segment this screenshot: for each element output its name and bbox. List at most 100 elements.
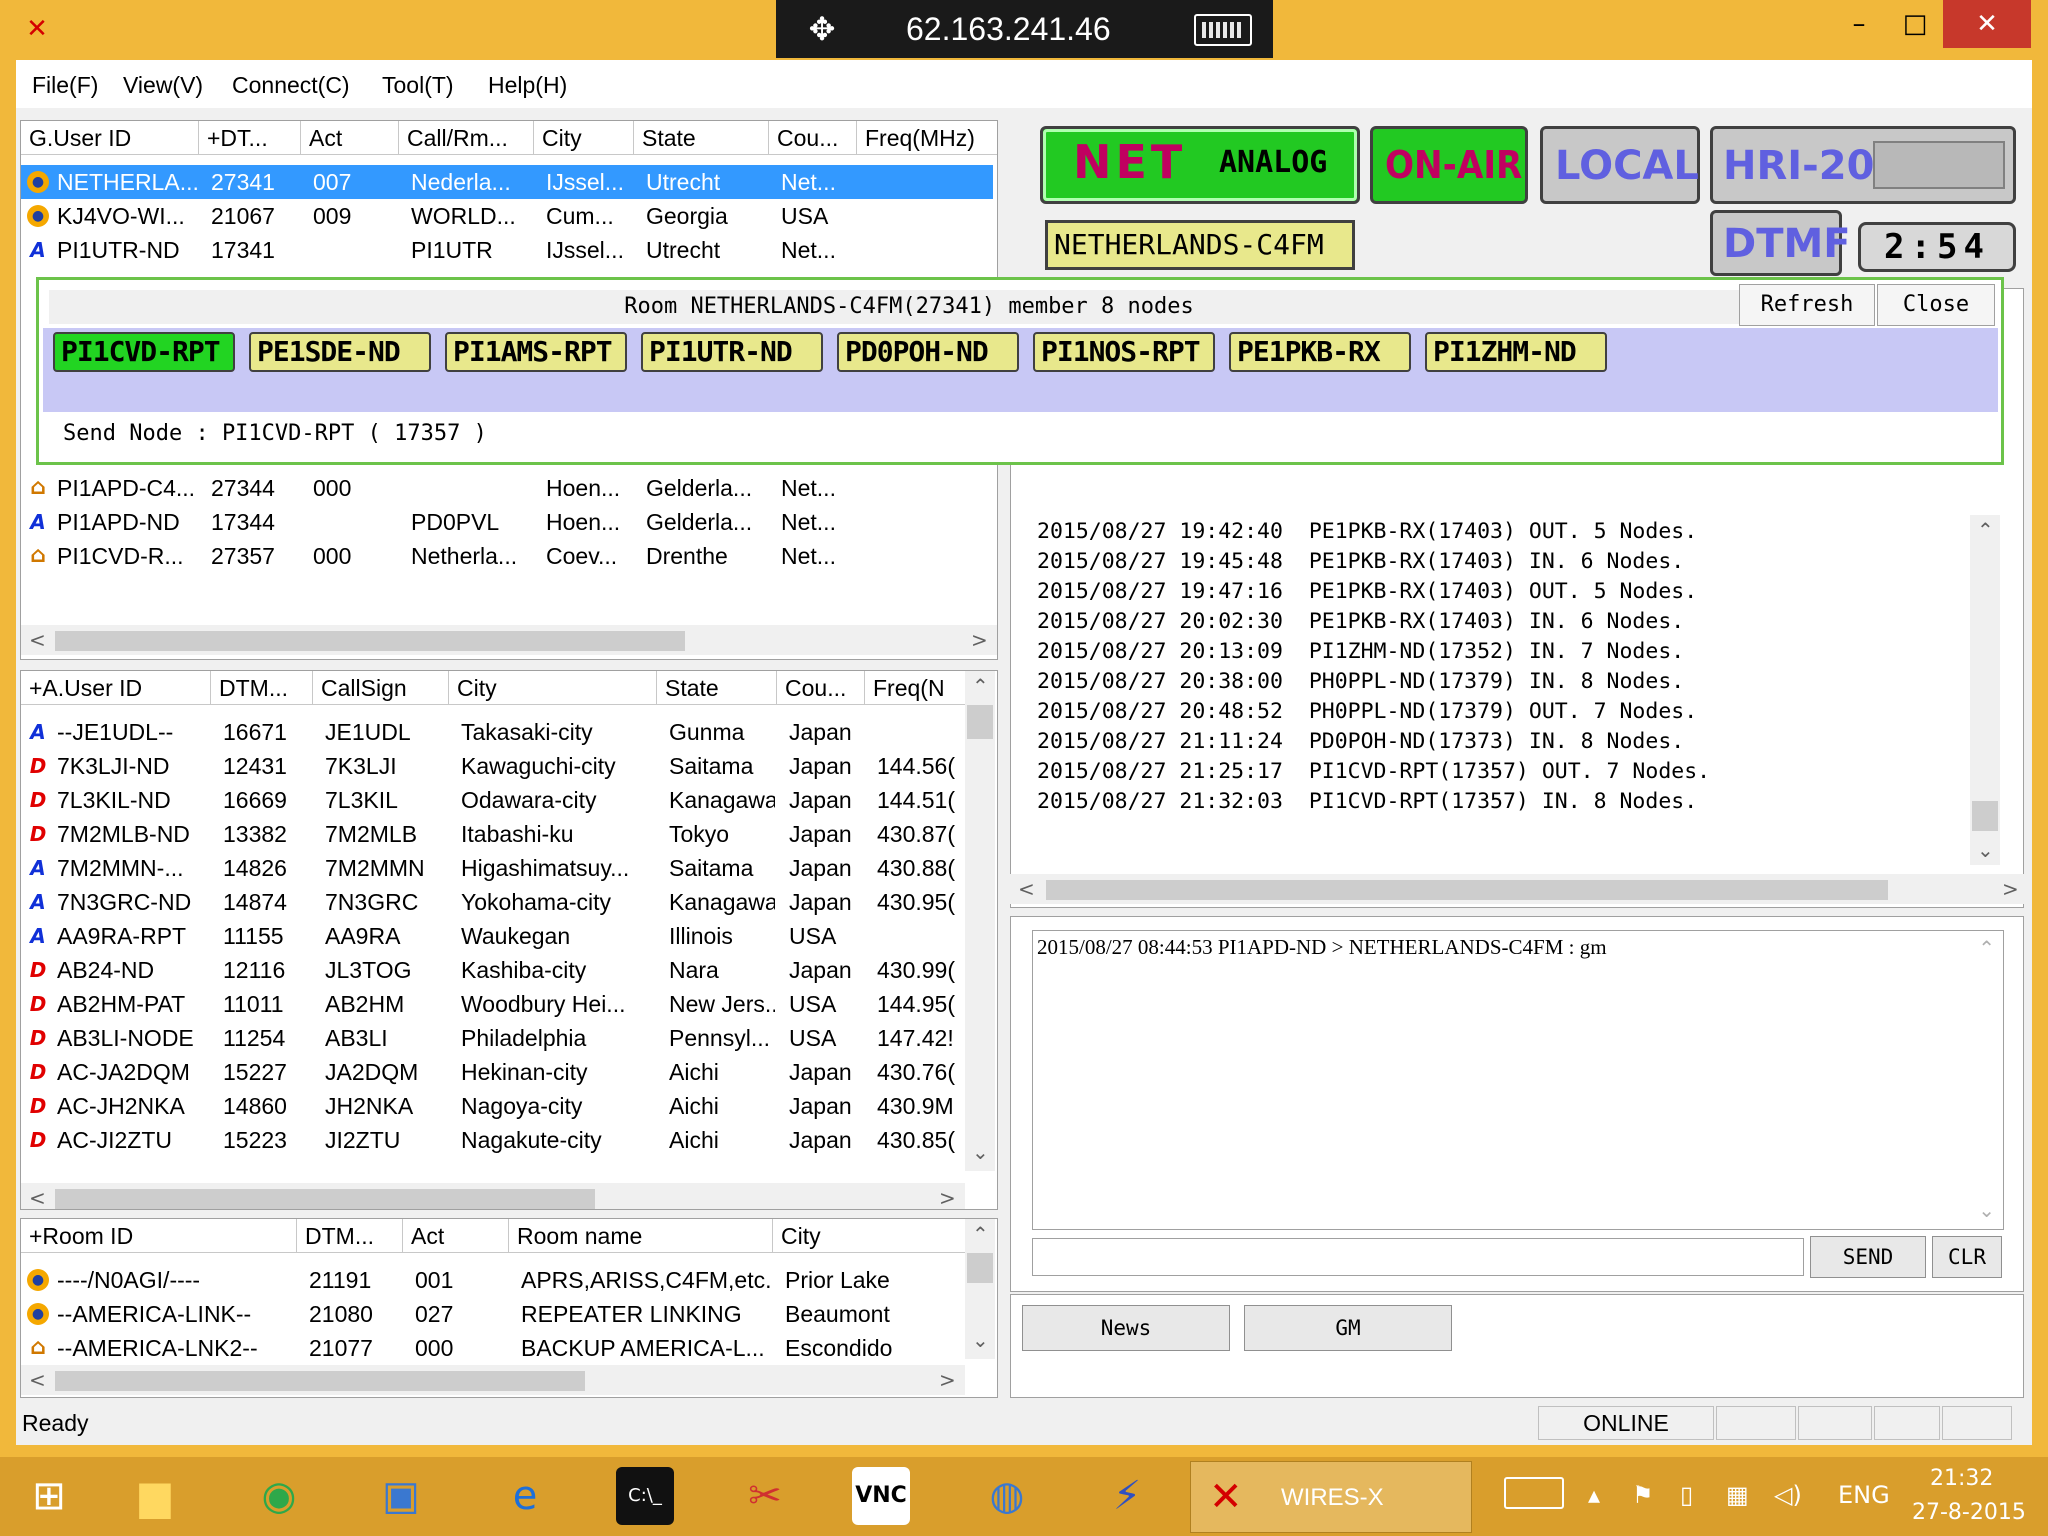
scroll-up-icon[interactable]: ⌃ — [1977, 515, 1994, 545]
member-node-button[interactable]: PI1NOS-RPT — [1033, 332, 1215, 372]
scroll-up-icon[interactable]: ⌃ — [1978, 933, 1995, 963]
internet-explorer-icon[interactable]: e — [496, 1467, 554, 1525]
chat-input[interactable] — [1032, 1238, 1804, 1276]
scroll-thumb[interactable] — [1972, 801, 1998, 831]
menu-tool[interactable]: Tool(T) — [382, 70, 454, 100]
control-panel-icon[interactable]: ▣ — [372, 1467, 430, 1525]
column-header[interactable]: G.User ID — [21, 121, 199, 155]
send-button[interactable]: SEND — [1810, 1236, 1926, 1278]
network-tool-icon[interactable]: ⚡ — [1098, 1467, 1156, 1525]
taskbar-wires-x-button[interactable]: ✕ WIRES-X — [1190, 1461, 1472, 1533]
hri-200-button[interactable]: HRI-200 — [1710, 126, 2016, 204]
column-header[interactable]: +A.User ID — [21, 671, 211, 705]
table-row[interactable]: ● ----/N0AGI/---- 21191 001 APRS,ARISS,C4FM,… — [21, 1263, 965, 1297]
show-hidden-icons-icon[interactable]: ▴ — [1588, 1477, 1600, 1513]
keyboard-icon[interactable] — [1194, 14, 1252, 46]
member-node-button[interactable]: PI1CVD-RPT — [53, 332, 235, 372]
table-row[interactable]: D AC-JI2ZTU 15223 JI2ZTU Nagakute-city Aichi J… — [21, 1123, 965, 1157]
globe-icon[interactable]: ◍ — [978, 1467, 1036, 1525]
popup-close-button[interactable]: Close — [1877, 284, 1995, 326]
column-header[interactable]: DTM... — [211, 671, 313, 705]
table-row[interactable]: D AB2HM-PAT 11011 AB2HM Woodbury Hei... New J… — [21, 987, 965, 1021]
language-indicator[interactable]: ENG — [1838, 1477, 1890, 1513]
column-header[interactable]: Cou... — [769, 121, 857, 155]
member-node-button[interactable]: PE1SDE-ND — [249, 332, 431, 372]
table-row[interactable]: ⌂ --AMERICA-LNK2-- 21077 000 BACKUP AMERICA-… — [21, 1331, 965, 1365]
member-node-button[interactable]: PI1AMS-RPT — [445, 332, 627, 372]
table-row[interactable]: D 7K3LJI-ND 12431 7K3LJI Kawaguchi-city Saita… — [21, 749, 965, 783]
refresh-button[interactable]: Refresh — [1739, 284, 1875, 326]
table-row[interactable]: D AB24-ND 12116 JL3TOG Kashiba-city Nara Japan… — [21, 953, 965, 987]
gm-button[interactable]: GM — [1244, 1305, 1452, 1351]
column-header[interactable]: Freq(MHz) — [857, 121, 997, 155]
column-header[interactable]: State — [657, 671, 777, 705]
power-icon[interactable]: ▯ — [1680, 1477, 1693, 1513]
scroll-thumb[interactable] — [967, 705, 993, 739]
menu-connect[interactable]: Connect(C) — [232, 70, 350, 100]
news-button[interactable]: News — [1022, 1305, 1230, 1351]
table-row[interactable]: D 7L3KIL-ND 16669 7L3KIL Odawara-city Kanagaw… — [21, 783, 965, 817]
column-header[interactable]: City — [449, 671, 657, 705]
table-row[interactable]: D AC-JA2DQM 15227 JA2DQM Hekinan-city Aichi Ja… — [21, 1055, 965, 1089]
scroll-right-icon[interactable]: > — [2002, 874, 2019, 904]
scroll-thumb[interactable] — [967, 1253, 993, 1283]
column-header[interactable]: City — [534, 121, 634, 155]
column-header[interactable]: State — [634, 121, 769, 155]
horizontal-scrollbar[interactable]: < > — [21, 1183, 965, 1209]
table-row[interactable]: ● --AMERICA-LINK-- 21080 027 REPEATER LINKIN… — [21, 1297, 965, 1331]
menu-help[interactable]: Help(H) — [488, 70, 567, 100]
command-prompt-icon[interactable]: C:\_ — [616, 1467, 674, 1525]
table-row[interactable]: A 7M2MMN-... 14826 7M2MMN Higashimatsuy... Sa… — [21, 851, 965, 885]
table-row[interactable]: D AC-JH2NKA 14860 JH2NKA Nagoya-city Aichi Jap… — [21, 1089, 965, 1123]
horizontal-scrollbar[interactable]: < > — [21, 625, 997, 655]
dtmf-button[interactable]: DTMF — [1710, 210, 1851, 276]
file-explorer-icon[interactable]: ▆ — [126, 1467, 184, 1525]
touch-keyboard-icon[interactable] — [1504, 1477, 1564, 1509]
table-row[interactable]: ⌂ PI1CVD-R... 27357 000 Netherla... Coev... Dr… — [21, 539, 993, 573]
scroll-up-icon[interactable]: ⌃ — [972, 1219, 989, 1249]
column-header[interactable]: DTM... — [297, 1219, 403, 1253]
table-row[interactable]: ⌂ PI1APD-C4... 27344 000 Hoen... Gelderla... N… — [21, 471, 993, 505]
scroll-down-icon[interactable]: ⌄ — [1978, 1195, 1995, 1225]
clear-button[interactable]: CLR — [1932, 1236, 2002, 1278]
scroll-down-icon[interactable]: ⌄ — [972, 1325, 989, 1355]
menu-view[interactable]: View(V) — [123, 70, 203, 100]
scroll-thumb[interactable] — [55, 1371, 585, 1391]
move-icon[interactable]: ✥ — [802, 9, 842, 49]
scroll-up-icon[interactable]: ⌃ — [972, 671, 989, 701]
scroll-right-icon[interactable]: > — [971, 625, 988, 655]
scroll-down-icon[interactable]: ⌄ — [972, 1137, 989, 1167]
scroll-right-icon[interactable]: > — [939, 1365, 956, 1395]
windows-start-icon[interactable]: ⊞ — [20, 1467, 78, 1525]
scroll-left-icon[interactable]: < — [1018, 874, 1035, 904]
menu-file[interactable]: File(F) — [32, 70, 98, 100]
horizontal-scrollbar[interactable]: < > — [21, 1365, 965, 1395]
table-row[interactable]: A 7N3GRC-ND 14874 7N3GRC Yokohama-city Kanaga… — [21, 885, 965, 919]
column-header[interactable]: +DT... — [199, 121, 301, 155]
member-node-button[interactable]: PI1UTR-ND — [641, 332, 823, 372]
snipping-tool-icon[interactable]: ✂ — [736, 1467, 794, 1525]
column-header[interactable]: Freq(N — [865, 671, 969, 705]
scroll-thumb[interactable] — [1046, 880, 1888, 900]
table-row[interactable]: A PI1APD-ND 17344 PD0PVL Hoen... Gelderla... N… — [21, 505, 993, 539]
table-row[interactable]: ● NETHERLA... 27341 007 Nederla... IJssel... U… — [21, 165, 993, 199]
chrome-icon[interactable]: ◉ — [250, 1467, 308, 1525]
local-button[interactable]: LOCAL — [1540, 126, 1700, 204]
scroll-thumb[interactable] — [55, 631, 685, 651]
close-window-button[interactable]: ✕ — [1943, 0, 2031, 48]
scroll-down-icon[interactable]: ⌄ — [1977, 835, 1994, 865]
scroll-thumb[interactable] — [55, 1189, 595, 1209]
clock-date[interactable]: 27-8-2015 — [1912, 1495, 2026, 1531]
log-vertical-scrollbar[interactable]: ⌃ ⌄ — [1970, 515, 2000, 865]
column-header[interactable]: CallSign — [313, 671, 449, 705]
vertical-scrollbar[interactable]: ⌃ ⌄ — [965, 671, 995, 1171]
vertical-scrollbar[interactable]: ⌃ ⌄ — [965, 1219, 995, 1359]
table-row[interactable]: A AA9RA-RPT 11155 AA9RA Waukegan Illinois USA — [21, 919, 965, 953]
log-horizontal-scrollbar[interactable]: < > — [1010, 874, 2024, 904]
column-header[interactable]: City — [773, 1219, 981, 1253]
clock-time[interactable]: 21:32 — [1930, 1461, 1993, 1497]
scroll-left-icon[interactable]: < — [29, 1365, 46, 1395]
maximize-button[interactable]: □ — [1890, 0, 1940, 48]
volume-icon[interactable]: ◁) — [1774, 1477, 1802, 1513]
action-center-flag-icon[interactable]: ⚑ — [1632, 1477, 1654, 1513]
